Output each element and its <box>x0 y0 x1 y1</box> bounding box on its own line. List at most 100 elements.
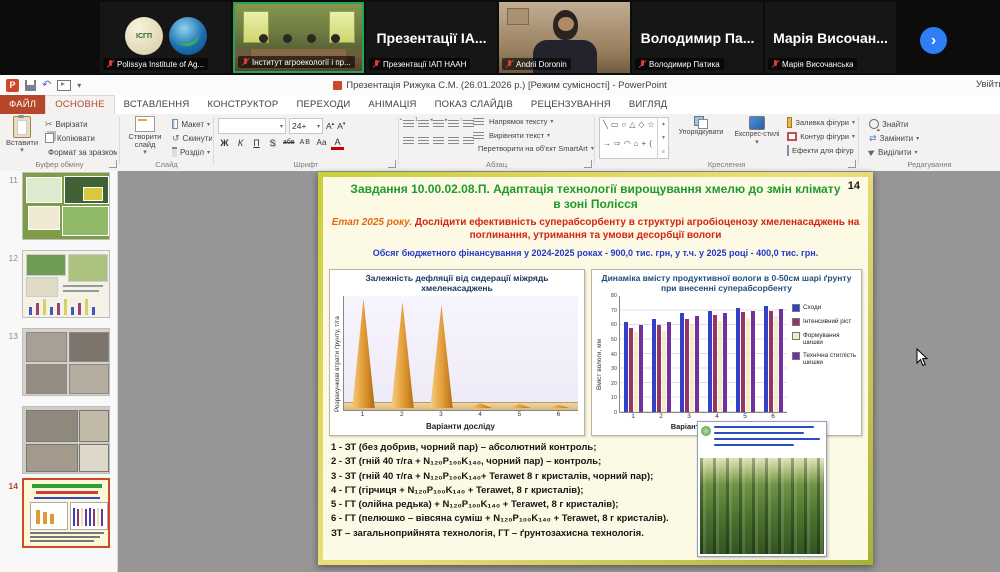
align-center-icon[interactable] <box>418 136 429 145</box>
font-size-select[interactable]: 24+▾ <box>289 118 323 134</box>
ribbon-tab-animations[interactable]: АНІМАЦІЯ <box>359 95 425 114</box>
dialog-launcher-icon[interactable] <box>848 160 856 168</box>
participant-tile[interactable]: Інститут агроекології і пр... <box>233 2 364 73</box>
shape-icon[interactable]: ╲ <box>603 120 608 137</box>
ribbon-tab-file[interactable]: ФАЙЛ <box>0 95 45 114</box>
dialog-launcher-icon[interactable] <box>109 160 117 168</box>
ribbon-tab-transitions[interactable]: ПЕРЕХОДИ <box>287 95 359 114</box>
decrease-indent-icon[interactable]: ◂ <box>433 119 444 128</box>
copy-button[interactable]: Копіювати <box>43 131 117 145</box>
shape-icon[interactable]: ⇨ <box>614 139 621 156</box>
institute-globe-icon <box>169 17 207 55</box>
participant-tile[interactable]: Марія Височан...Марія Височанська <box>765 2 896 73</box>
shape-outline-button[interactable]: Контур фігури▾ <box>785 129 857 143</box>
font-shadow-button[interactable]: S <box>266 136 279 150</box>
shrink-font-button[interactable]: А▾ <box>337 121 345 131</box>
font-italic-button[interactable]: К <box>234 136 247 150</box>
legend-item: Інтенсивний ріст <box>792 318 857 326</box>
font-bold-button[interactable]: Ж <box>218 136 231 150</box>
slide-thumbnail[interactable] <box>22 478 110 548</box>
sign-in-link[interactable]: Увійти <box>976 75 1000 95</box>
slide[interactable]: 14 Завдання 10.00.02.08.П. Адаптація тех… <box>318 172 873 565</box>
participant-tile[interactable]: Andrii Doronin <box>499 2 630 73</box>
bar <box>629 328 633 412</box>
section-button[interactable]: Розділ▾ <box>170 145 212 159</box>
paste-button[interactable]: Вставити ▾ <box>5 116 39 154</box>
cone-bar <box>391 302 415 408</box>
shape-effects-button[interactable]: Ефекти для фігур▾ <box>785 143 857 157</box>
font-family-select[interactable]: ▾ <box>218 118 286 134</box>
arrange-button[interactable]: Упорядкувати <box>675 116 727 137</box>
shape-icon[interactable]: △ <box>629 120 635 137</box>
layout-button[interactable]: Макет▾ <box>170 117 212 131</box>
shape-icon[interactable]: ( <box>649 139 652 156</box>
align-left-icon[interactable] <box>403 136 414 145</box>
shape-icon[interactable]: + <box>642 139 647 156</box>
thumb-art <box>36 510 40 524</box>
thumb-art <box>26 410 78 442</box>
font-underline-button[interactable]: П <box>250 136 263 150</box>
ribbon-tab-home[interactable]: ОСНОВНЕ <box>45 95 114 114</box>
ribbon-tab-review[interactable]: РЕЦЕНЗУВАННЯ <box>522 95 620 114</box>
font-color-button[interactable]: А <box>331 136 344 150</box>
smartart-button[interactable]: Перетворити на об'єкт SmartArt▾ <box>469 142 595 156</box>
find-button[interactable]: Знайти <box>867 117 987 131</box>
save-icon[interactable] <box>25 80 36 91</box>
paste-label: Вставити <box>6 139 38 147</box>
select-button[interactable]: Виділити▾ <box>867 145 987 159</box>
increase-indent-icon[interactable]: ▸ <box>448 119 459 128</box>
cone-bar <box>469 403 493 408</box>
participant-label: Інститут агроекології і пр... <box>238 56 355 68</box>
ribbon-tab-insert[interactable]: ВСТАВЛЕННЯ <box>115 95 199 114</box>
shape-icon[interactable]: ○ <box>621 120 626 137</box>
shape-icon[interactable]: ☆ <box>648 120 655 137</box>
ribbon-tab-view[interactable]: ВИГЛЯД <box>620 95 677 114</box>
font-strike-button[interactable]: абв <box>282 136 296 150</box>
participant-tile[interactable]: Презентації ІА...Презентації ІАП НААН <box>366 2 497 73</box>
ribbon-tab-design[interactable]: КОНСТРУКТОР <box>198 95 287 114</box>
shape-icon[interactable]: ⌂ <box>634 139 639 156</box>
qat-dropdown-icon[interactable]: ▾ <box>77 81 81 90</box>
format-painter-button[interactable]: Формат за зразком <box>43 145 117 159</box>
bullets-icon[interactable]: • <box>403 119 414 128</box>
font-spacing-button[interactable]: АВ <box>299 136 312 150</box>
ribbon-tab-slideshow[interactable]: ПОКАЗ СЛАЙДІВ <box>426 95 522 114</box>
thumb-art <box>36 303 39 315</box>
slideshow-icon[interactable] <box>57 80 71 91</box>
numbering-icon[interactable]: 1 <box>418 119 429 128</box>
reset-button[interactable]: ↺Скинути <box>170 131 212 145</box>
slide-thumbnail[interactable] <box>22 406 110 474</box>
shape-icon[interactable]: ▭ <box>611 120 619 137</box>
thumb-art <box>36 491 98 494</box>
shape-icon[interactable]: → <box>603 139 611 156</box>
grow-font-button[interactable]: А▴ <box>326 121 334 131</box>
cut-button[interactable]: ✂Вирізати <box>43 117 117 131</box>
y-tick-label: 60 <box>611 322 617 328</box>
participant-tile[interactable]: Володимир Па...Володимир Патика <box>632 2 763 73</box>
replace-button[interactable]: ⇄Замінити▾ <box>867 131 987 145</box>
thumb-art <box>57 303 60 315</box>
shape-fill-button[interactable]: Заливка фігури▾ <box>785 115 857 129</box>
shape-icon[interactable]: ◇ <box>638 120 644 137</box>
justify-icon[interactable] <box>448 136 459 145</box>
gallery-scroll[interactable]: ▲▼≡ <box>657 117 669 159</box>
x-tick-label: 6 <box>539 411 578 421</box>
dialog-launcher-icon[interactable] <box>388 160 396 168</box>
participant-tile[interactable]: ІСГПPolissya Institute of Ag... <box>100 2 231 73</box>
next-participants-button[interactable]: › <box>920 27 947 54</box>
slide-thumbnail[interactable] <box>22 250 110 318</box>
font-case-button[interactable]: Аа <box>315 136 328 150</box>
align-text-button[interactable]: Вирівняти текст▾ <box>469 129 595 143</box>
shape-icon[interactable]: ◠ <box>624 139 631 156</box>
undo-icon[interactable]: ↶ <box>42 80 51 91</box>
bar <box>741 312 745 412</box>
text-direction-button[interactable]: Напрямок тексту▾ <box>469 115 595 129</box>
slide-thumbnail[interactable] <box>22 172 110 240</box>
quick-styles-button[interactable]: Експрес-стилі ▾ <box>731 116 783 146</box>
align-right-icon[interactable] <box>433 136 444 145</box>
powerpoint-icon: P <box>6 79 19 92</box>
y-tick-label: 30 <box>611 366 617 372</box>
new-slide-button[interactable]: Створити слайд ▾ <box>123 116 167 156</box>
slide-thumbnail[interactable] <box>22 328 110 396</box>
dialog-launcher-icon[interactable] <box>584 160 592 168</box>
